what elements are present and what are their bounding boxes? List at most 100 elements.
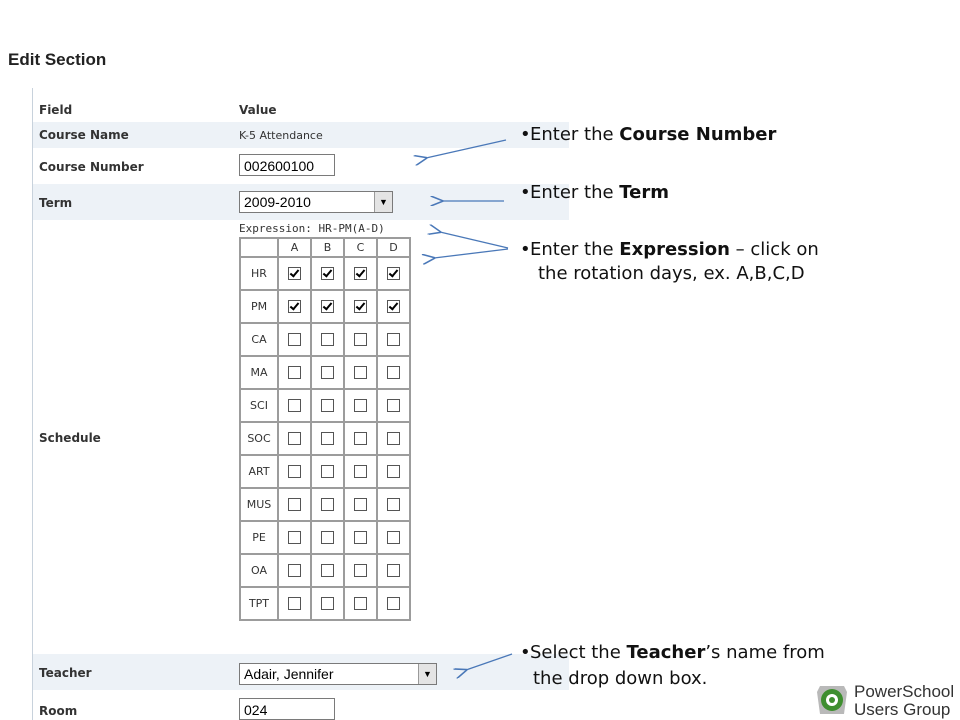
room-row: Room 024 [33,690,569,720]
checkbox-icon[interactable] [354,564,367,578]
powerschool-logo: PowerSchool Users Group [814,680,960,720]
schedule-corner-cell [239,237,279,258]
checkbox-icon[interactable] [354,531,367,545]
checkbox-icon[interactable] [288,597,301,611]
schedule-cell [310,586,345,621]
checkbox-icon[interactable] [288,531,301,545]
schedule-period-row: CA [239,322,411,357]
period-label: ART [239,454,279,489]
checkbox-icon[interactable] [321,300,334,314]
schedule-cell [343,421,378,456]
day-header: D [376,237,411,258]
schedule-cell [376,289,411,324]
course-number-label: Course Number [39,160,144,174]
schedule-cell [310,487,345,522]
schedule-period-row: MUS [239,487,411,522]
checkbox-icon[interactable] [288,300,301,314]
schedule-cell [343,289,378,324]
checkbox-icon[interactable] [387,465,400,479]
checkbox-icon[interactable] [321,597,334,611]
schedule-period-row: PE [239,520,411,555]
note-continuation: the rotation days, ex. A,B,C,D [538,263,805,284]
course-number-input[interactable]: 002600100 [239,154,335,176]
checkbox-icon[interactable] [387,300,400,314]
checkbox-icon[interactable] [288,399,301,413]
checkbox-icon[interactable] [354,366,367,380]
schedule-cell [376,586,411,621]
dropdown-arrow-icon[interactable]: ▼ [374,192,392,212]
room-input[interactable]: 024 [239,698,335,720]
checkbox-icon[interactable] [354,498,367,512]
note-bold-text: Course Number [619,124,777,145]
checkbox-icon[interactable] [288,333,301,347]
checkbox-icon[interactable] [387,432,400,446]
checkbox-icon[interactable] [354,399,367,413]
day-header: C [343,237,378,258]
schedule-cell [310,421,345,456]
schedule-cell [277,520,312,555]
checkbox-icon[interactable] [354,333,367,347]
note-text: Enter the [530,124,620,145]
checkbox-icon[interactable] [288,267,301,281]
checkbox-icon[interactable] [387,333,400,347]
checkbox-icon[interactable] [321,267,334,281]
term-select[interactable]: 2009-2010 ▼ [239,191,393,213]
period-label: MUS [239,487,279,522]
checkbox-icon[interactable] [387,267,400,281]
schedule-cell [310,355,345,390]
course-name-row: Course Name K-5 Attendance [33,122,569,148]
note-continuation: the drop down box. [533,668,708,689]
period-label: SCI [239,388,279,423]
checkbox-icon[interactable] [354,597,367,611]
schedule-period-row: PM [239,289,411,324]
schedule-period-row: HR [239,256,411,291]
period-label: MA [239,355,279,390]
schedule-cell [310,388,345,423]
value-column-header: Value [239,103,277,117]
checkbox-icon[interactable] [321,531,334,545]
checkbox-icon[interactable] [288,498,301,512]
checkbox-icon[interactable] [321,432,334,446]
checkbox-icon[interactable] [288,465,301,479]
checkbox-icon[interactable] [387,498,400,512]
note-text: – click on [729,239,819,260]
checkbox-icon[interactable] [321,399,334,413]
checkbox-icon[interactable] [354,300,367,314]
teacher-select[interactable]: Adair, Jennifer ▼ [239,663,437,685]
schedule-cell [310,289,345,324]
checkbox-icon[interactable] [321,498,334,512]
term-label: Term [39,196,73,210]
checkbox-icon[interactable] [387,531,400,545]
note-term: •Enter the Term [520,182,670,203]
period-label: HR [239,256,279,291]
schedule-cell [376,487,411,522]
checkbox-icon[interactable] [387,564,400,578]
dropdown-arrow-icon[interactable]: ▼ [418,664,436,684]
period-label: TPT [239,586,279,621]
schedule-cell [343,355,378,390]
checkbox-icon[interactable] [321,564,334,578]
checkbox-icon[interactable] [354,465,367,479]
checkbox-icon[interactable] [288,366,301,380]
checkbox-icon[interactable] [321,333,334,347]
term-selected-value: 2009-2010 [244,194,311,210]
schedule-cell [343,322,378,357]
checkbox-icon[interactable] [354,267,367,281]
checkbox-icon[interactable] [288,432,301,446]
period-label: PM [239,289,279,324]
checkbox-icon[interactable] [321,465,334,479]
checkbox-icon[interactable] [387,597,400,611]
checkbox-icon[interactable] [321,366,334,380]
schedule-cell [277,553,312,588]
checkbox-icon[interactable] [354,432,367,446]
course-name-label: Course Name [39,128,129,142]
schedule-cell [376,322,411,357]
schedule-day-header-row: A B C D [239,237,411,258]
schedule-cell [277,586,312,621]
checkbox-icon[interactable] [288,564,301,578]
checkbox-icon[interactable] [387,399,400,413]
teacher-row: Teacher Adair, Jennifer ▼ [33,654,569,690]
schedule-cell [277,454,312,489]
schedule-cell [343,553,378,588]
checkbox-icon[interactable] [387,366,400,380]
